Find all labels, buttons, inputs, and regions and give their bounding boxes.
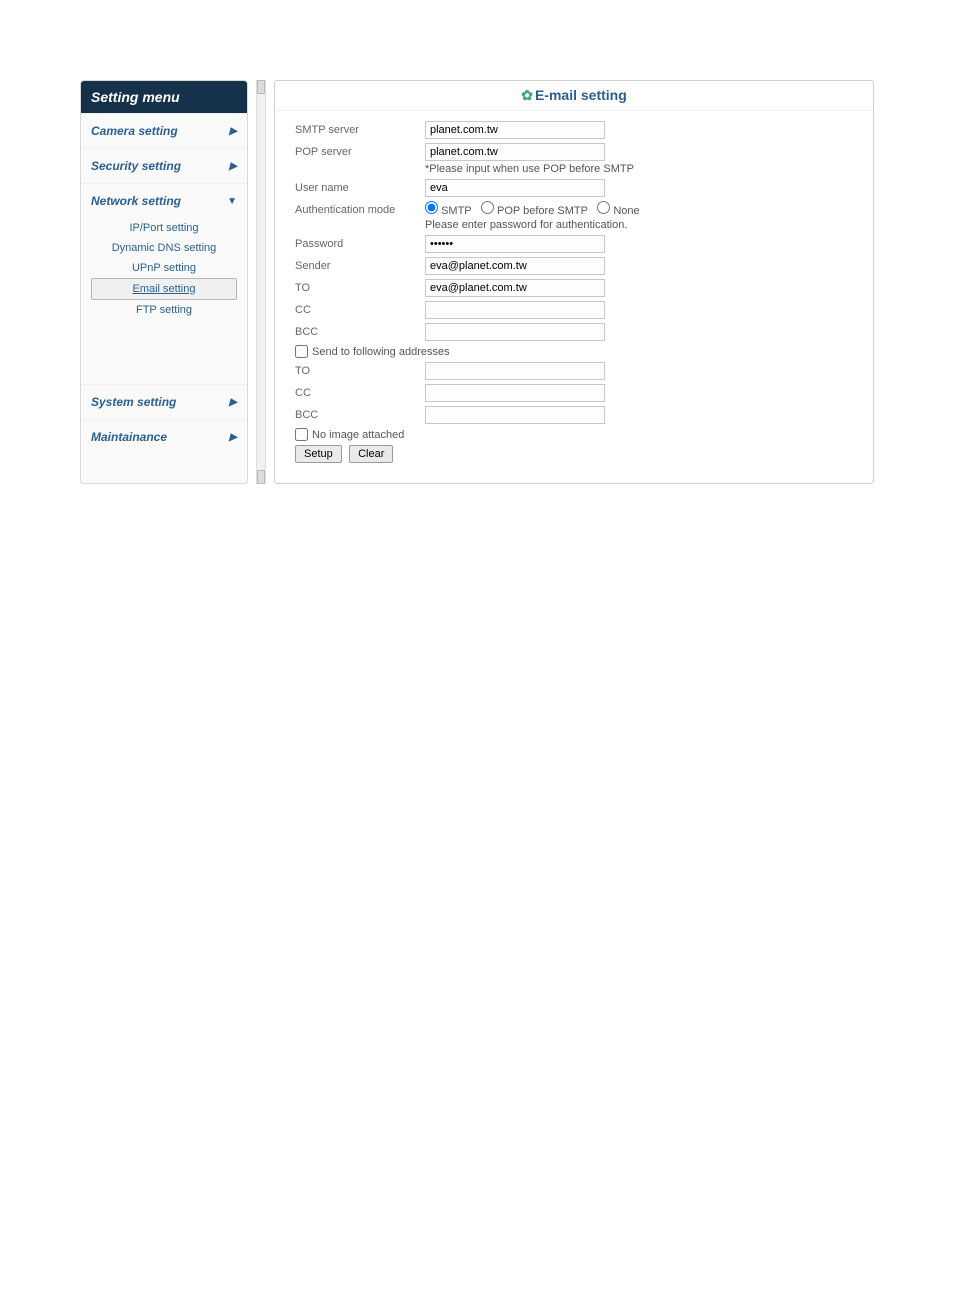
sender-label: Sender — [295, 257, 425, 272]
gear-icon: ✿ — [521, 87, 533, 103]
bcc1-label: BCC — [295, 323, 425, 338]
to1-input[interactable] — [425, 279, 605, 297]
sub-item-ipport[interactable]: IP/Port setting — [91, 218, 237, 238]
cc1-input[interactable] — [425, 301, 605, 319]
cc2-label: CC — [295, 384, 425, 399]
main-panel: ✿E-mail setting SMTP server POP server *… — [274, 80, 874, 484]
clear-button[interactable]: Clear — [349, 445, 393, 463]
sidebar-item-security[interactable]: Security setting ▶ — [81, 148, 247, 183]
scroll-down-icon[interactable] — [257, 470, 265, 484]
sub-item-email[interactable]: Email setting — [91, 278, 237, 300]
sidebar-item-label: Security setting — [91, 159, 181, 173]
bcc1-input[interactable] — [425, 323, 605, 341]
to2-label: TO — [295, 362, 425, 377]
panel-title: ✿E-mail setting — [275, 81, 873, 111]
cc1-label: CC — [295, 301, 425, 316]
sidebar: Setting menu Camera setting ▶ Security s… — [80, 80, 248, 484]
auth-note: Please enter password for authentication… — [425, 219, 853, 231]
no-image-label: No image attached — [312, 429, 404, 441]
send-following-label: Send to following addresses — [312, 346, 450, 358]
send-following-checkbox[interactable] — [295, 345, 308, 358]
auth-radio-smtp[interactable]: SMTP — [425, 205, 472, 217]
sidebar-item-maintainance[interactable]: Maintainance ▶ — [81, 419, 247, 454]
smtp-label: SMTP server — [295, 121, 425, 136]
sub-item-ddns[interactable]: Dynamic DNS setting — [91, 238, 237, 258]
bcc2-label: BCC — [295, 406, 425, 421]
chevron-right-icon: ▶ — [229, 161, 237, 172]
pop-note: *Please input when use POP before SMTP — [425, 163, 853, 175]
bcc2-input[interactable] — [425, 406, 605, 424]
smtp-input[interactable] — [425, 121, 605, 139]
sub-item-upnp[interactable]: UPnP setting — [91, 258, 237, 278]
no-image-checkbox[interactable] — [295, 428, 308, 441]
pop-input[interactable] — [425, 143, 605, 161]
pwd-label: Password — [295, 235, 425, 250]
sidebar-title: Setting menu — [81, 81, 247, 113]
auth-radio-pop[interactable]: POP before SMTP — [481, 205, 588, 217]
auth-radio-none[interactable]: None — [597, 205, 639, 217]
sidebar-item-label: Camera setting — [91, 124, 178, 138]
sidebar-item-label: Maintainance — [91, 430, 167, 444]
scrollbar[interactable] — [256, 80, 266, 484]
sidebar-item-label: Network setting — [91, 194, 181, 208]
chevron-down-icon: ▼ — [227, 196, 237, 207]
pop-label: POP server — [295, 143, 425, 158]
user-input[interactable] — [425, 179, 605, 197]
chevron-right-icon: ▶ — [229, 432, 237, 443]
chevron-right-icon: ▶ — [229, 397, 237, 408]
to2-input[interactable] — [425, 362, 605, 380]
sidebar-item-network[interactable]: Network setting ▼ — [81, 183, 247, 218]
email-form: SMTP server POP server *Please input whe… — [275, 111, 873, 473]
sidebar-item-camera[interactable]: Camera setting ▶ — [81, 113, 247, 148]
sub-item-ftp[interactable]: FTP setting — [91, 300, 237, 320]
setup-button[interactable]: Setup — [295, 445, 342, 463]
sender-input[interactable] — [425, 257, 605, 275]
chevron-right-icon: ▶ — [229, 126, 237, 137]
sidebar-item-system[interactable]: System setting ▶ — [81, 384, 247, 419]
scroll-up-icon[interactable] — [257, 80, 265, 94]
auth-label: Authentication mode — [295, 201, 425, 216]
to1-label: TO — [295, 279, 425, 294]
sidebar-item-label: System setting — [91, 395, 176, 409]
network-submenu: IP/Port setting Dynamic DNS setting UPnP… — [81, 218, 247, 324]
cc2-input[interactable] — [425, 384, 605, 402]
user-label: User name — [295, 179, 425, 194]
password-input[interactable] — [425, 235, 605, 253]
